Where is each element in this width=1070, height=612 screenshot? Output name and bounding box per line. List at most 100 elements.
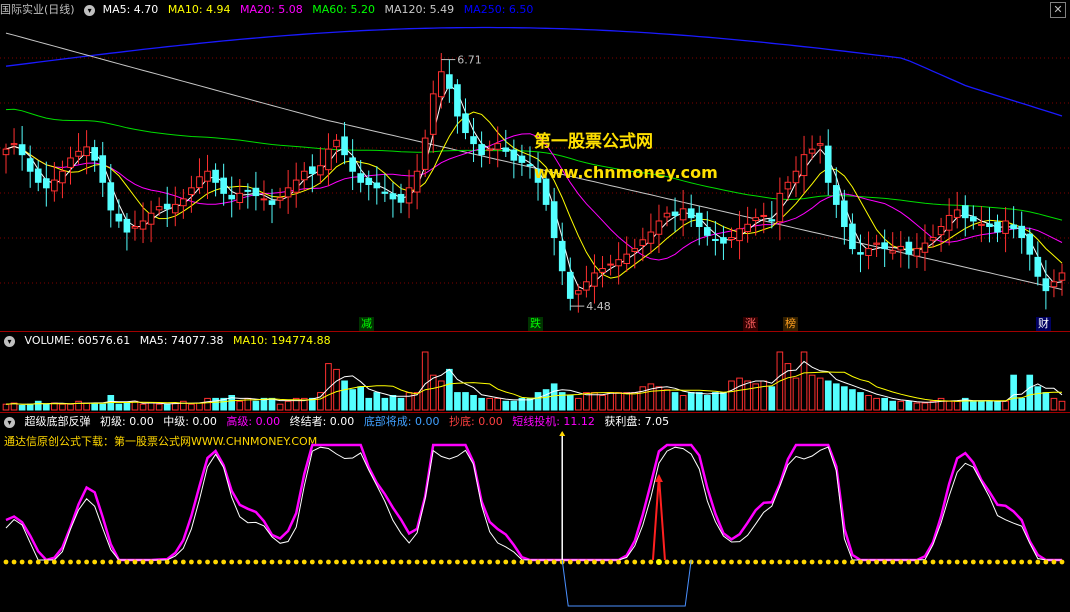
- volume-bar: [1026, 374, 1034, 411]
- candle-body: [1026, 233, 1034, 255]
- baseline-dot: [326, 559, 331, 565]
- volume-bar: [236, 400, 244, 411]
- legend-volume: VOLUME: 60576.61: [24, 334, 131, 347]
- low-price-label: 4.48: [586, 300, 611, 313]
- candle-body: [994, 221, 1001, 233]
- candle-body: [188, 187, 195, 196]
- candle-body: [1042, 278, 1050, 292]
- baseline-dot: [817, 559, 823, 565]
- volume-bar: [615, 392, 622, 411]
- volume-bar: [542, 389, 550, 411]
- volume-bar: [284, 400, 292, 411]
- indicator-chart[interactable]: [0, 430, 1070, 612]
- candle-body: [10, 143, 18, 146]
- candle-body: [824, 145, 832, 183]
- baseline-dot: [583, 559, 589, 565]
- candle-body: [808, 148, 816, 154]
- legend-ind-chaodi: 抄底: 0.00: [449, 415, 503, 428]
- candle-body: [784, 181, 792, 190]
- candle-body: [663, 212, 671, 218]
- volume-bar: [728, 380, 735, 411]
- panel-divider[interactable]: [0, 331, 1070, 332]
- candle-body: [260, 198, 268, 201]
- baseline-dot: [850, 559, 855, 565]
- baseline-dot: [567, 559, 573, 565]
- volume-bar: [881, 397, 888, 411]
- baseline-dot: [906, 559, 912, 565]
- baseline-dot: [293, 559, 299, 565]
- baseline-dot: [180, 559, 186, 565]
- baseline-dot: [1035, 559, 1041, 565]
- volume-bar: [1018, 397, 1026, 411]
- legend-ind-huolipan: 获利盘: 7.05: [604, 415, 670, 428]
- baseline-dot: [124, 559, 130, 565]
- candle-body: [712, 238, 719, 241]
- candle-body: [131, 226, 139, 229]
- main-stock-name[interactable]: 国际实业(日线): [0, 3, 75, 16]
- volume-bar: [841, 386, 848, 411]
- window-close-icon[interactable]: ✕: [1050, 2, 1066, 18]
- baseline-dot: [495, 559, 501, 565]
- candle-body: [639, 239, 647, 246]
- candle-body: [655, 220, 663, 235]
- volume-bar: [768, 386, 776, 411]
- baseline-dot: [914, 559, 920, 565]
- candle-body: [905, 241, 913, 255]
- candle-body: [494, 143, 502, 150]
- baseline-dot: [92, 559, 98, 565]
- candle-body: [67, 157, 74, 168]
- volume-bar: [446, 368, 453, 411]
- candle-body: [349, 157, 356, 172]
- candle-body: [695, 212, 703, 228]
- candle-body: [1058, 272, 1066, 281]
- watermark-url[interactable]: www.chnmoney.com: [534, 163, 718, 182]
- high-price-label: 6.71: [457, 54, 482, 67]
- baseline-dot: [882, 559, 888, 565]
- candle-body: [171, 203, 179, 214]
- signal-bang: 榜: [783, 317, 798, 331]
- volume-bar: [470, 395, 477, 411]
- candle-body: [212, 169, 219, 183]
- baseline-dot: [51, 559, 57, 565]
- legend-vol-ma5: MA5: 74077.38: [139, 334, 224, 347]
- volume-bar: [1002, 400, 1009, 411]
- candle-body: [147, 212, 155, 225]
- baseline-dot: [575, 559, 581, 565]
- candle-body: [776, 192, 784, 223]
- chevron-down-icon[interactable]: ▾: [84, 4, 96, 16]
- chevron-down-icon[interactable]: ▾: [4, 335, 15, 347]
- huolipan-line: [5, 446, 1062, 561]
- candle-body: [478, 144, 485, 156]
- panel-divider[interactable]: [0, 412, 1070, 413]
- legend-ind-duanxian: 短线投机: 11.12: [512, 415, 595, 428]
- baseline-dot: [487, 559, 493, 565]
- volume-bar: [760, 380, 768, 411]
- baseline-dot: [978, 559, 984, 565]
- volume-bar: [454, 392, 461, 411]
- candle-body: [526, 164, 534, 167]
- baseline-dot: [334, 559, 339, 565]
- candle-body: [1018, 225, 1026, 239]
- main-legend: 国际实业(日线) ▾ MA5: 4.70 MA10: 4.94 MA20: 5.…: [0, 2, 539, 18]
- baseline-dot: [704, 559, 710, 565]
- baseline-dot: [841, 559, 847, 565]
- volume-bar: [703, 395, 711, 411]
- baseline-dot: [680, 559, 686, 565]
- baseline-dot: [616, 559, 622, 565]
- baseline-dot: [156, 559, 162, 565]
- baseline-dot: [793, 559, 799, 565]
- baseline-dot: [430, 559, 436, 565]
- volume-bar: [687, 392, 695, 411]
- baseline-dot: [551, 559, 557, 565]
- baseline-dot: [898, 559, 904, 565]
- chevron-down-icon[interactable]: ▾: [4, 416, 15, 428]
- baseline-dot: [189, 559, 194, 565]
- candle-body: [566, 271, 574, 299]
- volume-bar: [252, 400, 260, 411]
- volume-chart[interactable]: [0, 349, 1070, 411]
- baseline-dot: [922, 559, 928, 565]
- candle-body: [736, 228, 743, 242]
- candle-body: [437, 71, 445, 98]
- candle-body: [1002, 220, 1009, 234]
- baseline-dot: [712, 559, 718, 565]
